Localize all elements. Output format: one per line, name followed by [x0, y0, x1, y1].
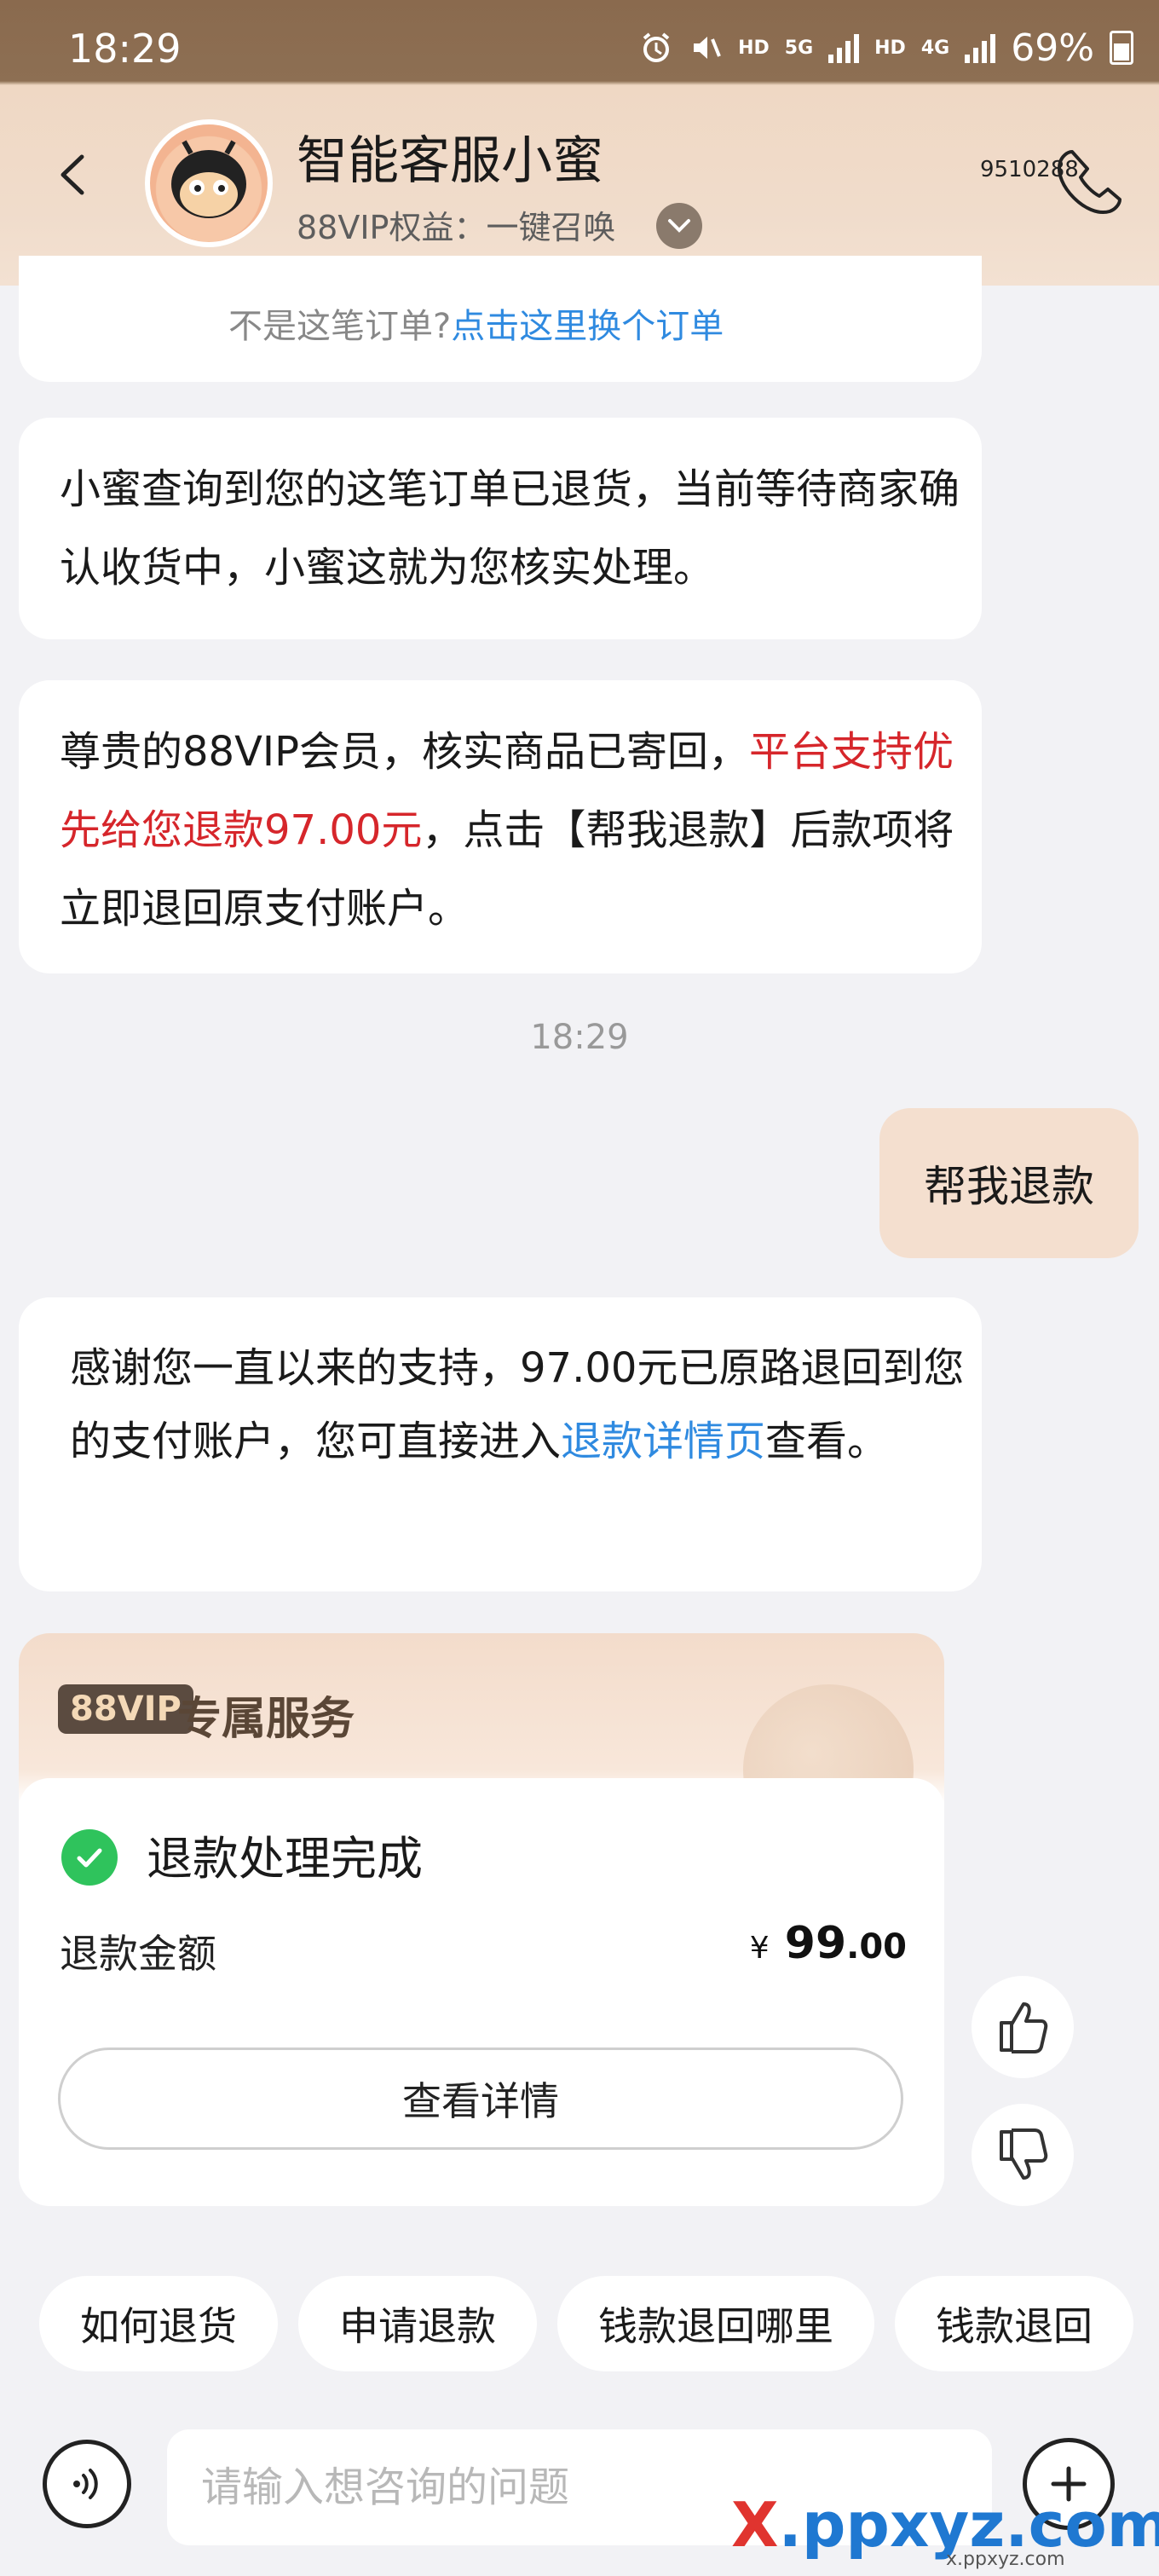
thumbs-down-button[interactable] [972, 2104, 1074, 2206]
voice-input-button[interactable] [43, 2440, 131, 2528]
chip-apply-refund[interactable]: 申请退款 [298, 2276, 537, 2371]
bot-message-text: 尊贵的88VIP会员，核实商品已寄回，平台支持优先给您退款97.00元，点击【帮… [60, 728, 954, 933]
alarm-icon [643, 32, 670, 62]
bot-message-text: 小蜜查询到您的这笔订单已退货，当前等待商家确认收货中，小蜜这就为您核实处理。 [60, 465, 960, 592]
header-subtitle: 88VIP权益：一键召唤 [297, 209, 616, 246]
check-icon [61, 1829, 118, 1886]
bot-message: 小蜜查询到您的这笔订单已退货，当前等待商家确认收货中，小蜜这就为您核实处理。 [19, 418, 982, 639]
watermark-logo: X.ppxyz.com [731, 2489, 1159, 2561]
thumbs-up-icon [1000, 2002, 1048, 2053]
network-5g-label: 5G [784, 37, 814, 59]
status-icons: HD 5G HD 4G 69% [639, 22, 1133, 73]
bot-message: 感谢您一直以来的支持，97.00元已原路退回到您的支付账户，您可直接进入退款详情… [19, 1297, 982, 1591]
watermark-url: x.ppxyz.com [946, 2549, 1065, 2570]
refund-status-panel: 退款处理完成 退款金额 ¥ 99.00 查看详情 [19, 1778, 944, 2206]
bot-message-text: 感谢您一直以来的支持，97.00元已原路退回到您的支付账户，您可直接进入退款详情… [70, 1344, 965, 1465]
thumbs-up-button[interactable] [972, 1976, 1074, 2078]
expand-button[interactable] [656, 203, 702, 249]
chevron-down-icon [668, 219, 690, 233]
chip-where-refund[interactable]: 钱款退回哪里 [557, 2276, 874, 2371]
battery-percent: 69% [1011, 26, 1094, 70]
back-arrow-icon[interactable] [53, 153, 95, 196]
mute-icon [694, 37, 721, 59]
status-time: 18:29 [68, 26, 182, 72]
chip-how-to-return[interactable]: 如何退货 [39, 2276, 278, 2371]
page-title: 智能客服小蜜 [297, 131, 603, 191]
thumbs-down-icon [1000, 2128, 1048, 2180]
vip-title: 专属服务 [177, 1694, 355, 1745]
bot-message: 尊贵的88VIP会员，核实商品已寄回，平台支持优先给您退款97.00元，点击【帮… [19, 680, 982, 973]
chip-refund-return[interactable]: 钱款退回 [895, 2276, 1133, 2371]
quick-reply-chips: 如何退货 申请退款 钱款退回哪里 钱款退回 [39, 2276, 1133, 2371]
bee-mascot-icon [171, 140, 246, 218]
refund-amount: ¥ 99.00 [749, 1918, 907, 1969]
view-details-button[interactable]: 查看详情 [58, 2048, 903, 2150]
signal-icon-2 [965, 32, 996, 63]
vip-service-card: 88VIP 专属服务 退款处理完成 退款金额 ¥ 99.00 查看详情 [19, 1633, 944, 2206]
refund-status-text: 退款处理完成 [147, 1832, 423, 1886]
change-order-link[interactable]: 点击这里换个订单 [451, 307, 724, 346]
user-message: 帮我退款 [879, 1108, 1139, 1258]
phone-icon[interactable] [1047, 145, 1123, 222]
refund-detail-link[interactable]: 退款详情页 [561, 1418, 765, 1465]
avatar [145, 119, 273, 247]
refund-amount-label: 退款金额 [60, 1931, 216, 1977]
network-4g-label: 4G [920, 37, 950, 59]
vip-badge: 88VIP [58, 1684, 193, 1734]
message-timestamp: 18:29 [530, 1018, 629, 1057]
hd-label-1: HD [738, 37, 770, 59]
voice-icon [73, 2469, 98, 2499]
signal-icon [828, 32, 860, 63]
order-hint-text: 不是这笔订单?点击这里换个订单 [228, 307, 724, 346]
battery-icon [1110, 31, 1133, 65]
hd-label-2: HD [874, 37, 906, 59]
order-hint-card: 不是这笔订单?点击这里换个订单 [19, 256, 982, 382]
